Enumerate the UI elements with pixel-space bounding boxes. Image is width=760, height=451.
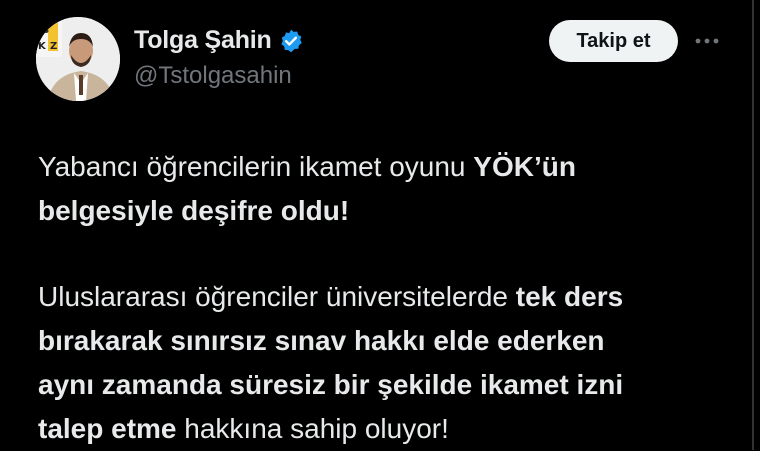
avatar-image: S K Z	[36, 17, 120, 101]
tweet-line: talep etme hakkına sahip oluyor!	[38, 407, 623, 451]
tweet-text: Uluslararası öğrenciler üniversitelerde	[38, 281, 516, 312]
follow-button[interactable]: Takip et	[549, 20, 678, 62]
tweet-card: S K Z Tolga Şahin @Tstolgasahin Takip et	[0, 0, 760, 450]
tweet-text-bold: talep etme	[38, 413, 177, 444]
tweet-line: Yabancı öğrencilerin ikamet oyunu YÖK’ün	[38, 145, 576, 189]
more-options-icon[interactable]	[692, 28, 722, 54]
tweet-paragraph-1: Yabancı öğrencilerin ikamet oyunu YÖK’ün…	[38, 145, 576, 233]
tweet-text-bold: bırakarak sınırsız sınav hakkı elde eder…	[38, 325, 605, 356]
svg-text:K: K	[38, 41, 47, 52]
tweet-text: hakkına sahip oluyor!	[176, 413, 449, 444]
tweet-text-bold: YÖK’ün	[473, 151, 576, 182]
verified-badge-icon	[278, 28, 304, 54]
tweet-line: Uluslararası öğrenciler üniversitelerde …	[38, 275, 623, 319]
author-name-row[interactable]: Tolga Şahin	[134, 26, 304, 55]
display-name[interactable]: Tolga Şahin	[134, 26, 272, 55]
tweet-text-bold: belgesiyle deşifre oldu!	[38, 195, 350, 226]
tweet-text-bold: aynı zamanda süresiz bir şekilde ikamet …	[38, 369, 624, 400]
svg-text:Z: Z	[50, 41, 57, 52]
tweet-paragraph-2: Uluslararası öğrenciler üniversitelerde …	[38, 275, 623, 451]
tweet-text: Yabancı öğrencilerin ikamet oyunu	[38, 151, 474, 182]
avatar[interactable]: S K Z	[36, 17, 120, 101]
author-handle[interactable]: @Tstolgasahin	[134, 62, 292, 90]
tweet-text-bold: tek ders	[515, 281, 624, 312]
scroll-edge-divider	[752, 0, 754, 450]
svg-text:S: S	[42, 25, 49, 36]
